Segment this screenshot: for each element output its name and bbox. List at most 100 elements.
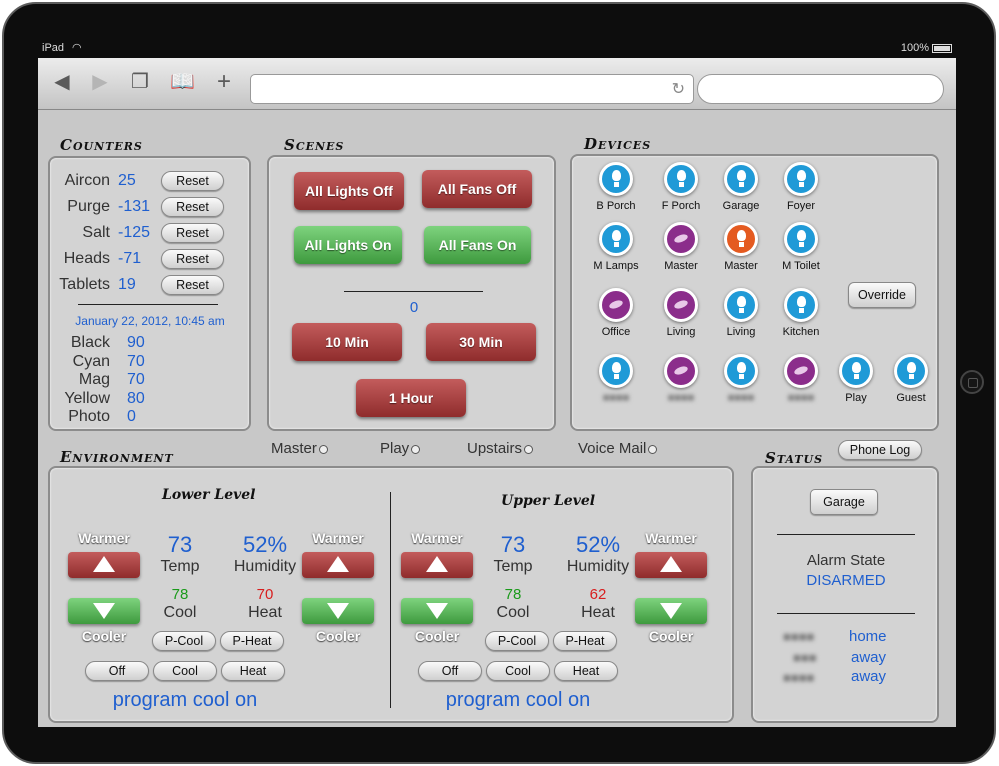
all-lights-on-button[interactable]: All Lights On bbox=[294, 226, 402, 264]
lightbulb-icon bbox=[724, 288, 758, 322]
p-cool-button[interactable]: P-Cool bbox=[485, 631, 549, 651]
cool-button[interactable]: Cool bbox=[486, 661, 550, 681]
cool-label: Cool bbox=[163, 604, 197, 621]
search-input[interactable] bbox=[697, 74, 944, 104]
zone-radio[interactable]: Play bbox=[380, 440, 421, 457]
heat-label: Heat bbox=[581, 604, 615, 621]
counter-date: January 22, 2012, 10:45 am bbox=[75, 314, 225, 328]
all-fans-on-button[interactable]: All Fans On bbox=[424, 226, 531, 264]
presence-name: ■■■■ bbox=[783, 670, 815, 685]
phone-log-button[interactable]: Phone Log bbox=[838, 440, 922, 460]
ios-status-bar: iPad ◠ 100% bbox=[38, 40, 956, 58]
presence-status: away bbox=[851, 668, 887, 685]
device-name: iPad bbox=[42, 42, 65, 54]
reset-button[interactable]: Reset bbox=[161, 249, 224, 269]
radio-button[interactable] bbox=[318, 444, 328, 454]
tabs-icon[interactable]: ❐ bbox=[128, 70, 152, 94]
level-title: Upper Level bbox=[501, 493, 596, 509]
cooler-label: Cooler bbox=[414, 628, 460, 644]
program-status: program cool on bbox=[445, 689, 591, 711]
temp-label: Temp bbox=[493, 558, 533, 575]
warmer-button[interactable] bbox=[401, 552, 473, 578]
ink-label: Photo bbox=[68, 408, 110, 425]
presence-status: home bbox=[849, 628, 887, 645]
ink-value: 0 bbox=[127, 408, 136, 425]
fan-icon bbox=[784, 354, 818, 388]
off-button[interactable]: Off bbox=[85, 661, 149, 681]
cool-label: Cool bbox=[496, 604, 530, 621]
off-button[interactable]: Off bbox=[418, 661, 482, 681]
one-hour-button[interactable]: 1 Hour bbox=[356, 379, 466, 417]
radio-button[interactable] bbox=[648, 444, 658, 454]
device-label: Kitchen bbox=[782, 326, 820, 338]
device-label: Guest bbox=[896, 392, 926, 404]
warmer-label: Warmer bbox=[312, 530, 364, 546]
program-status: program cool on bbox=[112, 689, 258, 711]
status-divider bbox=[777, 534, 915, 535]
p-heat-button[interactable]: P-Heat bbox=[553, 631, 617, 651]
home-button[interactable] bbox=[960, 370, 984, 394]
radio-button[interactable] bbox=[524, 444, 534, 454]
url-bar[interactable]: ↻ bbox=[250, 74, 694, 104]
warmer-button[interactable] bbox=[635, 552, 707, 578]
alarm-state-value: DISARMED bbox=[806, 572, 886, 589]
cooler-button[interactable] bbox=[302, 598, 374, 624]
device-tile[interactable]: Foyer bbox=[765, 162, 837, 212]
humidity-label: Humidity bbox=[233, 558, 297, 575]
thirty-min-button[interactable]: 30 Min bbox=[426, 323, 536, 361]
override-button[interactable]: Override bbox=[848, 282, 916, 308]
reset-button[interactable]: Reset bbox=[161, 223, 224, 243]
cooler-button[interactable] bbox=[68, 598, 140, 624]
counter-label: Salt bbox=[82, 224, 110, 241]
divider bbox=[78, 304, 218, 305]
p-heat-button[interactable]: P-Heat bbox=[220, 631, 284, 651]
cool-button[interactable]: Cool bbox=[153, 661, 217, 681]
warmer-label: Warmer bbox=[411, 530, 463, 546]
back-icon[interactable]: ◀ bbox=[50, 70, 74, 94]
all-fans-off-button[interactable]: All Fans Off bbox=[422, 170, 532, 208]
zone-radio[interactable]: Master bbox=[271, 440, 328, 457]
device-label: B Porch bbox=[596, 200, 636, 212]
presence-name: ■■■■ bbox=[783, 629, 815, 644]
device-tile[interactable]: Office bbox=[580, 288, 652, 338]
reset-button[interactable]: Reset bbox=[161, 275, 224, 295]
device-tile[interactable]: M Lamps bbox=[580, 222, 652, 272]
zone-radio[interactable]: Upstairs bbox=[467, 440, 534, 457]
device-tile[interactable]: Guest bbox=[875, 354, 947, 404]
lightbulb-icon bbox=[599, 222, 633, 256]
warmer-button[interactable] bbox=[302, 552, 374, 578]
heat-button[interactable]: Heat bbox=[221, 661, 285, 681]
all-lights-off-button[interactable]: All Lights Off bbox=[294, 172, 404, 210]
ten-min-button[interactable]: 10 Min bbox=[292, 323, 402, 361]
fan-icon bbox=[664, 222, 698, 256]
counter-value: -71 bbox=[118, 250, 142, 267]
device-tile[interactable]: ■■■■ bbox=[580, 354, 652, 404]
heat-button[interactable]: Heat bbox=[554, 661, 618, 681]
reload-icon[interactable]: ↻ bbox=[672, 79, 685, 99]
device-tile[interactable]: B Porch bbox=[580, 162, 652, 212]
warmer-button[interactable] bbox=[68, 552, 140, 578]
presence-status: away bbox=[851, 649, 887, 666]
forward-icon[interactable]: ▶ bbox=[88, 70, 112, 94]
timer-divider bbox=[344, 291, 483, 292]
cooler-button[interactable] bbox=[401, 598, 473, 624]
zone-radio[interactable]: Voice Mail bbox=[578, 440, 658, 457]
add-icon[interactable]: + bbox=[212, 70, 236, 94]
humidity-value: 52% bbox=[242, 532, 288, 557]
device-tile[interactable]: Kitchen bbox=[765, 288, 837, 338]
device-tile[interactable]: M Toilet bbox=[765, 222, 837, 272]
ink-label: Black bbox=[70, 334, 110, 351]
temp-label: Temp bbox=[160, 558, 200, 575]
bookmarks-icon[interactable]: 📖 bbox=[170, 70, 195, 94]
reset-button[interactable]: Reset bbox=[161, 197, 224, 217]
level-title: Lower Level bbox=[162, 487, 256, 503]
counter-value: 25 bbox=[118, 172, 136, 189]
devices-title: Devices bbox=[584, 135, 652, 153]
cooler-button[interactable] bbox=[635, 598, 707, 624]
garage-button[interactable]: Garage bbox=[810, 489, 878, 515]
counter-value: 19 bbox=[118, 276, 136, 293]
radio-button[interactable] bbox=[411, 444, 421, 454]
environment-title: Environment bbox=[60, 448, 174, 466]
reset-button[interactable]: Reset bbox=[161, 171, 224, 191]
p-cool-button[interactable]: P-Cool bbox=[152, 631, 216, 651]
